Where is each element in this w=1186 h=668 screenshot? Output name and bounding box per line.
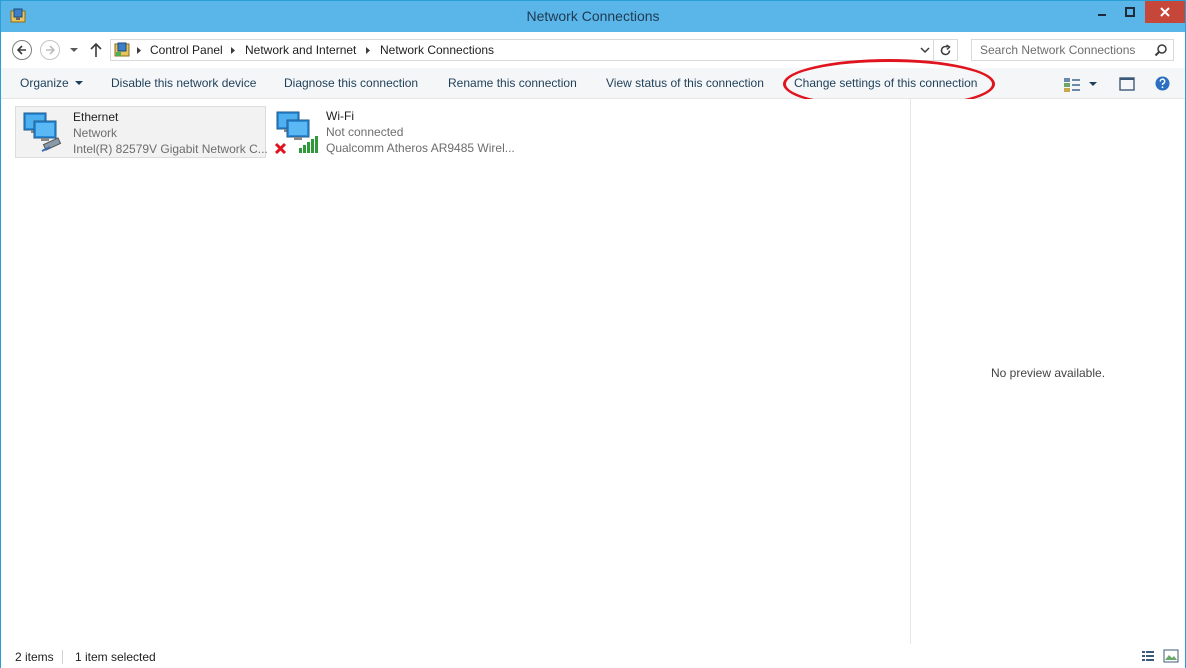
disable-device-button[interactable]: Disable this network device bbox=[111, 76, 256, 90]
connection-status: Not connected bbox=[326, 125, 404, 139]
change-settings-button[interactable]: Change settings of this connection bbox=[794, 76, 977, 90]
wifi-adapter-icon bbox=[274, 111, 318, 154]
recent-locations-dropdown-icon[interactable] bbox=[68, 44, 80, 56]
preview-pane: No preview available. bbox=[910, 99, 1185, 644]
connection-name: Ethernet bbox=[73, 110, 119, 124]
connection-device: Intel(R) 82579V Gigabit Network C... bbox=[73, 142, 268, 156]
address-bar[interactable]: Control Panel Network and Internet Netwo… bbox=[110, 39, 934, 61]
explorer-window: Network Connections Control Panel Networ… bbox=[0, 0, 1186, 668]
breadcrumb-network-connections[interactable]: Network Connections bbox=[380, 43, 494, 57]
large-icons-view-icon[interactable] bbox=[1163, 649, 1179, 663]
breadcrumb-separator-icon[interactable] bbox=[229, 46, 237, 55]
minimize-button[interactable] bbox=[1089, 1, 1115, 23]
connection-item-ethernet[interactable]: Ethernet Network Intel(R) 82579V Gigabit… bbox=[15, 106, 268, 158]
item-count: 2 items bbox=[15, 650, 54, 664]
change-view-icon[interactable] bbox=[1063, 77, 1081, 93]
caret-down-icon bbox=[74, 81, 83, 85]
connections-list: Ethernet Network Intel(R) 82579V Gigabit… bbox=[1, 99, 910, 644]
selection-count: 1 item selected bbox=[75, 650, 156, 664]
organize-label: Organize bbox=[20, 76, 69, 90]
view-status-button[interactable]: View status of this connection bbox=[606, 76, 764, 90]
details-view-icon[interactable] bbox=[1141, 649, 1155, 663]
maximize-button[interactable] bbox=[1117, 1, 1143, 23]
refresh-icon bbox=[940, 43, 951, 55]
up-arrow-icon[interactable] bbox=[89, 42, 103, 58]
chevron-down-icon[interactable] bbox=[918, 43, 932, 57]
help-icon[interactable] bbox=[1155, 76, 1170, 91]
diagnose-connection-button[interactable]: Diagnose this connection bbox=[284, 76, 418, 90]
breadcrumb-control-panel[interactable]: Control Panel bbox=[150, 43, 223, 57]
connection-status: Network bbox=[73, 126, 118, 140]
preview-message: No preview available. bbox=[990, 366, 1106, 380]
search-input[interactable] bbox=[972, 40, 1152, 60]
connection-device: Qualcomm Atheros AR9485 Wirel... bbox=[326, 141, 515, 155]
forward-button[interactable] bbox=[40, 40, 60, 60]
breadcrumb-separator-icon[interactable] bbox=[135, 46, 143, 55]
control-panel-icon bbox=[114, 42, 130, 57]
view-options-caret-icon[interactable] bbox=[1089, 82, 1097, 86]
search-icon[interactable] bbox=[1154, 43, 1168, 57]
connection-item-wifi[interactable]: Wi-Fi Not connected Qualcomm Atheros AR9… bbox=[269, 106, 529, 158]
maximize-icon bbox=[1125, 7, 1135, 17]
navigation-bar: Control Panel Network and Internet Netwo… bbox=[1, 32, 1185, 68]
arrow-left-icon bbox=[16, 45, 26, 55]
refresh-button[interactable] bbox=[934, 39, 958, 61]
connection-name: Wi-Fi bbox=[326, 109, 354, 123]
preview-pane-icon[interactable] bbox=[1119, 77, 1135, 91]
command-bar: Organize Disable this network device Dia… bbox=[1, 68, 1185, 99]
status-divider bbox=[62, 650, 63, 664]
search-box[interactable] bbox=[971, 39, 1174, 61]
close-icon bbox=[1160, 7, 1170, 17]
close-button[interactable] bbox=[1145, 1, 1185, 23]
ethernet-adapter-icon bbox=[23, 112, 62, 152]
minimize-icon bbox=[1098, 14, 1106, 16]
title-bar[interactable]: Network Connections bbox=[1, 1, 1185, 32]
breadcrumb-separator-icon[interactable] bbox=[364, 46, 372, 55]
back-button[interactable] bbox=[12, 40, 32, 60]
arrow-right-icon bbox=[46, 45, 56, 55]
window-title: Network Connections bbox=[526, 8, 660, 24]
organize-menu-button[interactable]: Organize bbox=[20, 76, 83, 90]
rename-connection-button[interactable]: Rename this connection bbox=[448, 76, 577, 90]
status-bar: 2 items 1 item selected bbox=[1, 644, 1185, 668]
breadcrumb-network-and-internet[interactable]: Network and Internet bbox=[245, 43, 356, 57]
